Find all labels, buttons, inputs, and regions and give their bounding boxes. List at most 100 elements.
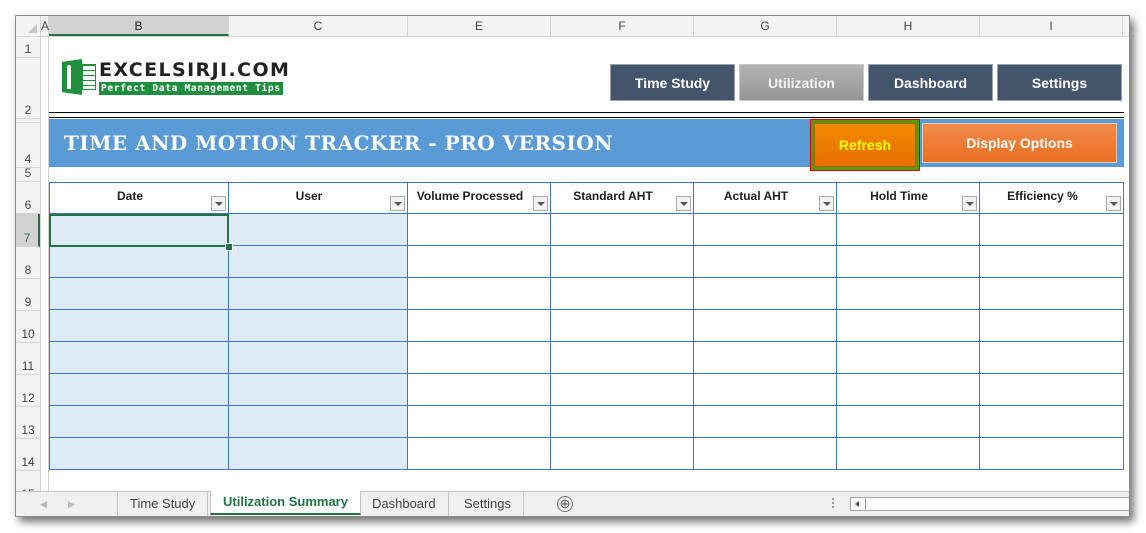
row-header-7[interactable]: 7 — [16, 214, 40, 247]
row-header-5[interactable]: 5 — [16, 166, 40, 182]
table-cell-hold-time[interactable] — [837, 278, 980, 310]
table-cell-hold-time[interactable] — [837, 310, 980, 342]
filter-dropdown-icon[interactable] — [1106, 196, 1121, 211]
filter-dropdown-icon[interactable] — [819, 196, 834, 211]
row-header-4[interactable]: 4 — [16, 123, 40, 168]
column-header-i[interactable]: I — [980, 16, 1123, 36]
table-cell-volume-processed[interactable] — [408, 374, 551, 406]
column-header-e[interactable]: E — [408, 16, 551, 36]
table-cell-efficiency[interactable] — [980, 310, 1124, 342]
table-cell-actual-aht[interactable] — [694, 406, 837, 438]
table-cell-actual-aht[interactable] — [694, 310, 837, 342]
table-cell-volume-processed[interactable] — [408, 278, 551, 310]
table-cell-date[interactable] — [49, 342, 229, 374]
table-cell-efficiency[interactable] — [980, 438, 1124, 470]
table-cell-actual-aht[interactable] — [694, 438, 837, 470]
fill-handle[interactable] — [225, 243, 233, 251]
column-a-cells[interactable] — [41, 37, 49, 497]
sheet-tab-utilization-summary[interactable]: Utilization Summary — [210, 491, 361, 515]
sheet-tab-dashboard[interactable]: Dashboard — [360, 492, 449, 516]
refresh-button[interactable]: Refresh — [814, 123, 916, 167]
settings-nav-button[interactable]: Settings — [997, 64, 1122, 101]
table-cell-actual-aht[interactable] — [694, 374, 837, 406]
table-cell-actual-aht[interactable] — [694, 214, 837, 246]
utilization-nav-button[interactable]: Utilization — [739, 64, 864, 101]
table-cell-standard-aht[interactable] — [551, 278, 694, 310]
row-header-2[interactable]: 2 — [16, 58, 40, 119]
table-cell-date[interactable] — [49, 406, 229, 438]
scroll-tabs-left-icon[interactable]: ◀ — [40, 499, 47, 510]
table-cell-user[interactable] — [229, 310, 408, 342]
table-cell-efficiency[interactable] — [980, 214, 1124, 246]
table-cell-date[interactable] — [49, 278, 229, 310]
select-all-corner[interactable] — [16, 16, 41, 36]
row-header-14[interactable]: 14 — [16, 439, 40, 471]
table-cell-standard-aht[interactable] — [551, 438, 694, 470]
table-cell-efficiency[interactable] — [980, 374, 1124, 406]
table-cell-standard-aht[interactable] — [551, 342, 694, 374]
table-cell-user[interactable] — [229, 438, 408, 470]
table-cell-hold-time[interactable] — [837, 374, 980, 406]
column-header-c[interactable]: C — [229, 16, 408, 36]
sheet-tab-time-study[interactable]: Time Study — [117, 492, 209, 516]
column-header-h[interactable]: H — [837, 16, 980, 36]
column-header-g[interactable]: G — [694, 16, 837, 36]
table-cell-volume-processed[interactable] — [408, 214, 551, 246]
time-study-nav-button[interactable]: Time Study — [610, 64, 735, 101]
scroll-tabs-right-icon[interactable]: ▶ — [68, 499, 75, 510]
table-cell-efficiency[interactable] — [980, 278, 1124, 310]
table-cell-user[interactable] — [229, 246, 408, 278]
table-cell-hold-time[interactable] — [837, 246, 980, 278]
column-header-a[interactable]: A — [41, 16, 49, 36]
sheet-tab-settings[interactable]: Settings — [452, 492, 524, 516]
table-cell-volume-processed[interactable] — [408, 438, 551, 470]
table-cell-hold-time[interactable] — [837, 214, 980, 246]
table-cell-user[interactable] — [229, 374, 408, 406]
table-cell-date[interactable] — [49, 374, 229, 406]
scroll-left-arrow-icon[interactable] — [851, 498, 866, 510]
row-header-1[interactable]: 1 — [16, 37, 40, 58]
row-header-11[interactable]: 11 — [16, 343, 40, 375]
column-header-b[interactable]: B — [49, 16, 229, 36]
column-header-f[interactable]: F — [551, 16, 694, 36]
filter-dropdown-icon[interactable] — [676, 196, 691, 211]
table-cell-date[interactable] — [49, 214, 229, 246]
table-cell-actual-aht[interactable] — [694, 246, 837, 278]
row-header-12[interactable]: 12 — [16, 375, 40, 407]
display-options-button[interactable]: Display Options — [922, 123, 1117, 163]
row-header-9[interactable]: 9 — [16, 279, 40, 311]
table-cell-actual-aht[interactable] — [694, 278, 837, 310]
tab-split-handle[interactable] — [832, 498, 834, 510]
row-header-6[interactable]: 6 — [16, 182, 40, 214]
filter-dropdown-icon[interactable] — [533, 196, 548, 211]
row-header-10[interactable]: 10 — [16, 311, 40, 343]
table-cell-standard-aht[interactable] — [551, 246, 694, 278]
horizontal-scrollbar[interactable] — [850, 497, 1129, 511]
table-cell-standard-aht[interactable] — [551, 310, 694, 342]
table-cell-user[interactable] — [229, 342, 408, 374]
table-cell-hold-time[interactable] — [837, 406, 980, 438]
table-cell-standard-aht[interactable] — [551, 406, 694, 438]
dashboard-nav-button[interactable]: Dashboard — [868, 64, 993, 101]
row-header-8[interactable]: 8 — [16, 247, 40, 279]
table-cell-efficiency[interactable] — [980, 246, 1124, 278]
table-cell-actual-aht[interactable] — [694, 342, 837, 374]
table-cell-volume-processed[interactable] — [408, 310, 551, 342]
table-cell-date[interactable] — [49, 246, 229, 278]
table-cell-volume-processed[interactable] — [408, 342, 551, 374]
table-cell-volume-processed[interactable] — [408, 406, 551, 438]
table-cell-efficiency[interactable] — [980, 342, 1124, 374]
table-cell-hold-time[interactable] — [837, 342, 980, 374]
table-cell-user[interactable] — [229, 278, 408, 310]
filter-dropdown-icon[interactable] — [962, 196, 977, 211]
row-header-13[interactable]: 13 — [16, 407, 40, 439]
table-cell-efficiency[interactable] — [980, 406, 1124, 438]
table-cell-standard-aht[interactable] — [551, 374, 694, 406]
table-cell-hold-time[interactable] — [837, 438, 980, 470]
table-cell-date[interactable] — [49, 438, 229, 470]
filter-dropdown-icon[interactable] — [211, 196, 226, 211]
table-cell-volume-processed[interactable] — [408, 246, 551, 278]
add-sheet-icon[interactable]: ⊕ — [557, 496, 573, 512]
table-cell-user[interactable] — [229, 406, 408, 438]
table-cell-standard-aht[interactable] — [551, 214, 694, 246]
